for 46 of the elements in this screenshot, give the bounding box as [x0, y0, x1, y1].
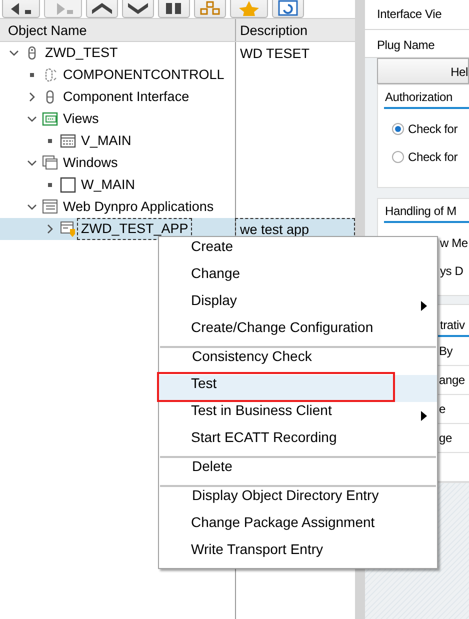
radio-label[interactable]: Check for — [408, 150, 458, 164]
tree-item[interactable]: ZWD_TEST — [42, 43, 121, 63]
menu-item[interactable]: Test in Business Client — [159, 402, 437, 429]
group-title: trativ — [440, 318, 465, 332]
view-folder-icon — [42, 111, 58, 127]
tree-item[interactable]: V_MAIN — [78, 131, 134, 151]
option-label: w Me — [440, 236, 468, 250]
menu-item[interactable]: Create — [159, 238, 437, 265]
menu-item[interactable]: Change Package Assignment — [159, 514, 437, 541]
windows-icon — [42, 155, 58, 171]
menu-item[interactable]: Display Object Directory Entry — [160, 487, 436, 514]
table-cell-text: WD TESET — [239, 46, 310, 60]
menu-item[interactable]: Create/Change Configuration — [159, 319, 437, 346]
table-cell-text: we test app — [239, 222, 310, 236]
tree-item[interactable]: Views — [60, 109, 102, 129]
group-title: Handling of M — [384, 199, 469, 223]
tree-item[interactable]: COMPONENTCONTROLL — [60, 65, 228, 85]
menu-item[interactable]: Write Transport Entry — [159, 541, 437, 568]
tree-item[interactable]: Web Dynpro Applications — [60, 197, 217, 217]
field-label: By — [439, 344, 453, 358]
view-icon — [60, 133, 76, 149]
application-icon — [60, 221, 76, 237]
option-label: ys D — [440, 264, 464, 278]
column-header[interactable]: Hel — [377, 58, 469, 84]
group-title: Authorization — [384, 85, 469, 109]
field-label: e — [439, 402, 446, 416]
field-label: ge — [439, 431, 452, 445]
menu-item[interactable]: Display — [159, 292, 437, 319]
menu-item[interactable]: Change — [159, 265, 437, 292]
field-label: ange — [439, 373, 465, 387]
tree-item[interactable]: Component Interface — [60, 87, 192, 107]
menu-item[interactable]: Delete — [160, 458, 436, 485]
radio-label[interactable]: Check for — [408, 122, 458, 136]
menu-item[interactable]: Start ECATT Recording — [159, 429, 437, 456]
radio-button[interactable] — [392, 123, 404, 135]
tree-item[interactable]: W_MAIN — [78, 175, 138, 195]
tree-item[interactable]: Windows — [60, 153, 121, 173]
radio-button[interactable] — [392, 151, 404, 163]
window-icon — [60, 177, 76, 193]
column-header[interactable]: Object Name — [0, 19, 235, 41]
menu-item[interactable]: Test — [159, 375, 437, 402]
menu-item[interactable]: Consistency Check — [160, 348, 436, 375]
field-label: Plug Name — [377, 38, 435, 52]
field-label: Interface Vie — [377, 7, 442, 21]
tree-item[interactable]: ZWD_TEST_APP — [78, 219, 192, 239]
applications-icon — [42, 199, 58, 215]
